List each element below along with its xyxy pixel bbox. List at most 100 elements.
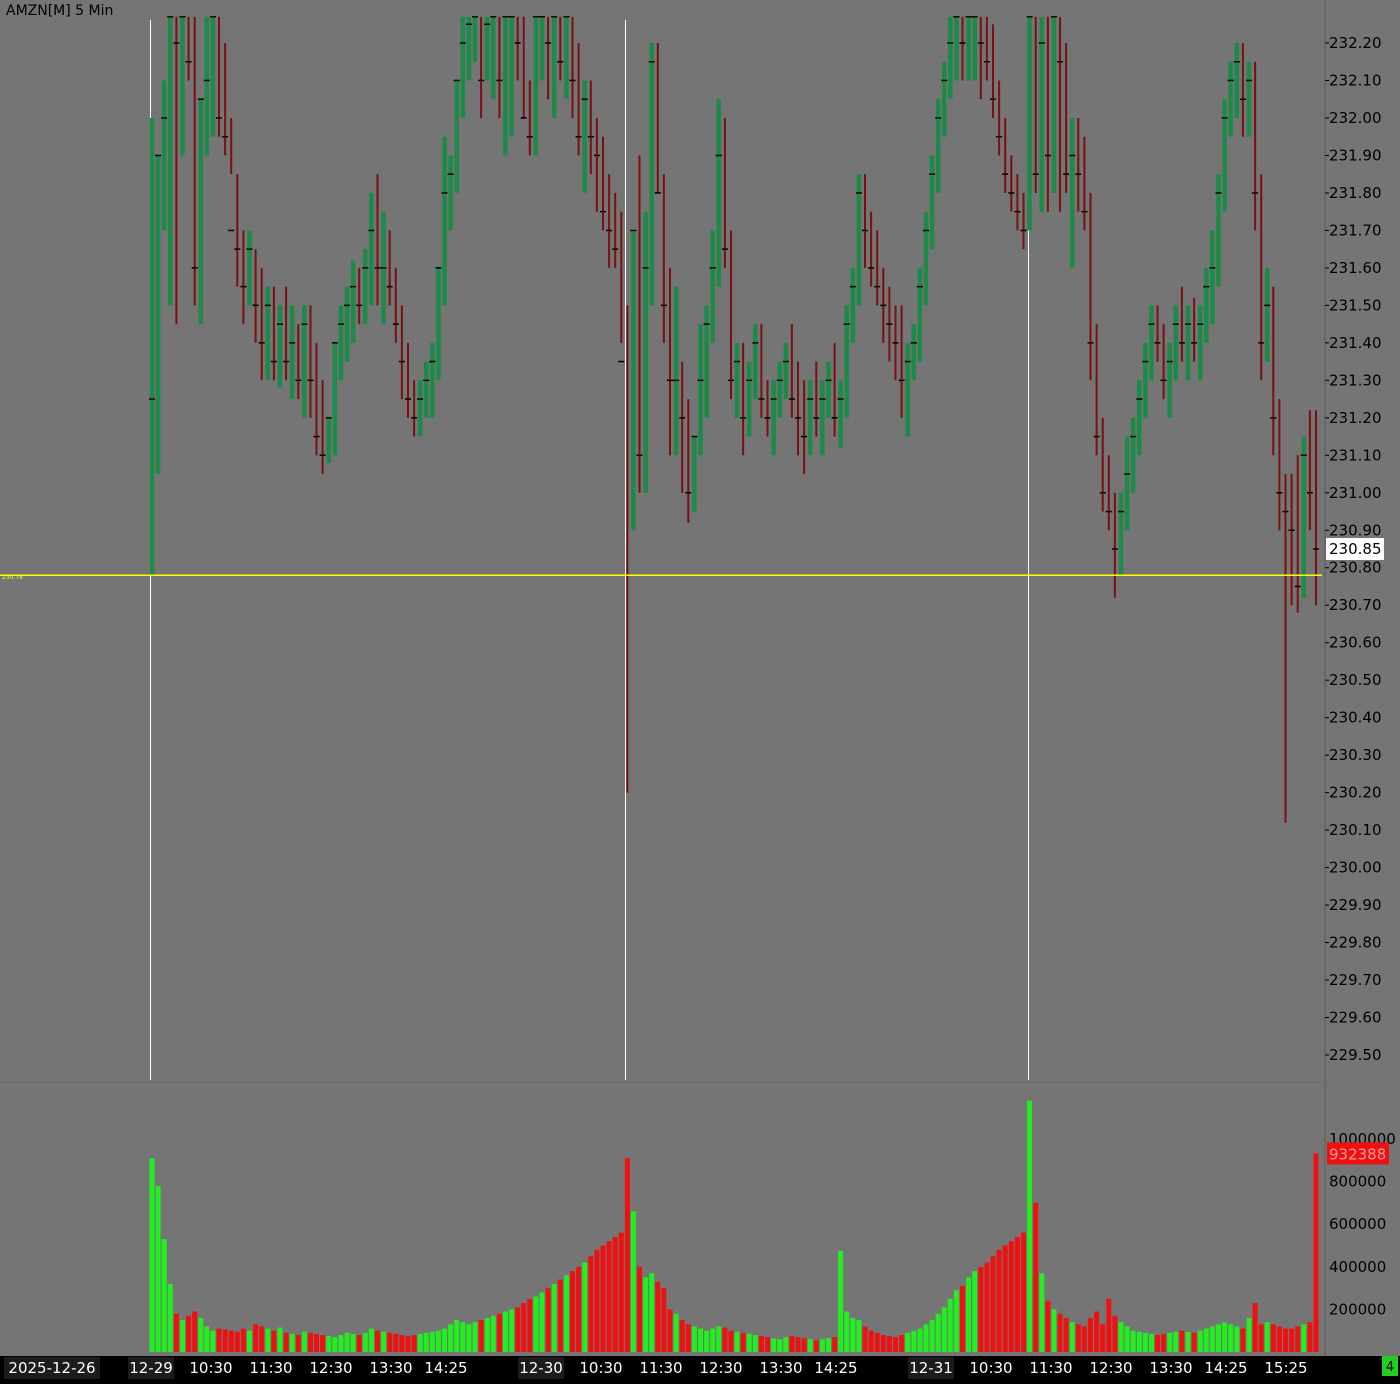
volume-bar: [149, 1158, 155, 1352]
price-bar: [528, 80, 531, 156]
price-bar: [826, 361, 831, 418]
price-bar: [1124, 436, 1130, 531]
close-tick: [216, 117, 222, 119]
price-bar: [602, 136, 604, 231]
volume-bar: [399, 1335, 405, 1352]
close-tick: [618, 360, 625, 363]
price-bar: [723, 118, 726, 268]
price-bar: [929, 155, 935, 250]
price-bar: [1204, 267, 1209, 343]
close-tick: [447, 173, 454, 175]
close-tick: [1050, 16, 1057, 18]
price-bar: [236, 174, 239, 287]
close-tick: [667, 379, 673, 382]
price-bar: [730, 230, 732, 400]
price-tick-label: 229.90: [1329, 896, 1382, 914]
close-tick: [478, 79, 485, 82]
volume-bar: [484, 1317, 490, 1352]
volume-bar: [1069, 1322, 1075, 1352]
time-tick-label: 11:30: [1029, 1359, 1072, 1377]
reference-price-label: 230.78: [2, 574, 23, 581]
close-tick: [1191, 342, 1198, 344]
volume-bar: [679, 1320, 685, 1352]
price-bar: [589, 80, 592, 175]
close-tick: [886, 323, 893, 325]
volume-bar: [375, 1330, 380, 1352]
close-tick: [222, 136, 229, 138]
close-tick: [935, 117, 942, 119]
price-bar: [358, 267, 361, 325]
volume-bar: [972, 1271, 978, 1352]
volume-bar: [1021, 1232, 1026, 1352]
close-tick: [441, 192, 448, 194]
close-tick: [417, 398, 424, 400]
close-tick: [514, 42, 521, 44]
price-bar: [833, 342, 836, 437]
price-tick-label: 230.90: [1329, 521, 1382, 539]
volume-bar: [618, 1232, 624, 1352]
volume-bar: [1014, 1237, 1020, 1352]
close-tick: [203, 79, 210, 82]
close-tick: [971, 16, 978, 18]
price-tick-label: 231.10: [1329, 446, 1382, 464]
price-bar: [1198, 305, 1203, 381]
volume-bar: [295, 1335, 301, 1352]
close-tick: [910, 342, 917, 344]
price-tick-label: 231.50: [1329, 296, 1382, 314]
price-bar: [716, 99, 721, 287]
close-tick: [1069, 154, 1076, 157]
volume-bar: [673, 1313, 679, 1352]
close-tick: [849, 285, 856, 288]
price-bar: [204, 16, 210, 156]
session-date-label: 12-31: [909, 1359, 953, 1377]
close-tick: [240, 285, 247, 288]
volume-bar: [393, 1333, 399, 1352]
price-bar: [972, 16, 977, 81]
volume-bar: [1002, 1245, 1008, 1352]
price-bar: [1059, 16, 1061, 212]
close-tick: [289, 342, 296, 344]
close-tick: [539, 16, 545, 18]
price-bar: [297, 324, 300, 400]
volume-bar: [240, 1328, 246, 1352]
price-bar: [350, 260, 356, 343]
volume-tick-label: 400000: [1329, 1258, 1386, 1276]
price-bar: [442, 136, 447, 306]
volume-bar: [819, 1339, 825, 1352]
price-bar: [1296, 455, 1299, 613]
volume-bar: [216, 1328, 222, 1352]
close-tick: [1087, 342, 1094, 344]
volume-bar: [832, 1337, 838, 1352]
volume-bar: [777, 1339, 783, 1352]
close-tick: [916, 285, 923, 288]
close-tick: [356, 304, 363, 307]
volume-bar: [795, 1337, 801, 1352]
volume-bar: [265, 1328, 271, 1352]
price-bar: [400, 305, 403, 400]
session-date-label: 12-30: [519, 1359, 563, 1377]
volume-bar: [801, 1338, 807, 1352]
last-volume-label: 932388: [1329, 1145, 1386, 1163]
volume-bar: [771, 1338, 777, 1352]
volume-bar: [533, 1296, 539, 1352]
price-bar: [790, 324, 793, 418]
volume-bar: [807, 1339, 813, 1352]
close-tick: [283, 360, 290, 363]
close-tick: [746, 379, 753, 382]
price-tick-label: 231.80: [1329, 184, 1382, 202]
volume-bar: [551, 1283, 557, 1352]
close-tick: [1282, 510, 1289, 513]
volume-bar: [1045, 1300, 1051, 1352]
price-bar: [582, 80, 587, 193]
close-tick: [496, 79, 503, 82]
close-tick: [502, 16, 509, 18]
close-tick: [270, 360, 277, 363]
volume-bar: [1289, 1328, 1295, 1352]
volume-bar: [1234, 1326, 1240, 1352]
close-tick: [1203, 285, 1210, 288]
price-bar: [480, 16, 483, 118]
price-bar: [230, 118, 233, 175]
volume-tick-label: 800000: [1329, 1173, 1386, 1191]
volume-bar: [990, 1256, 996, 1352]
volume-bar: [685, 1324, 691, 1352]
